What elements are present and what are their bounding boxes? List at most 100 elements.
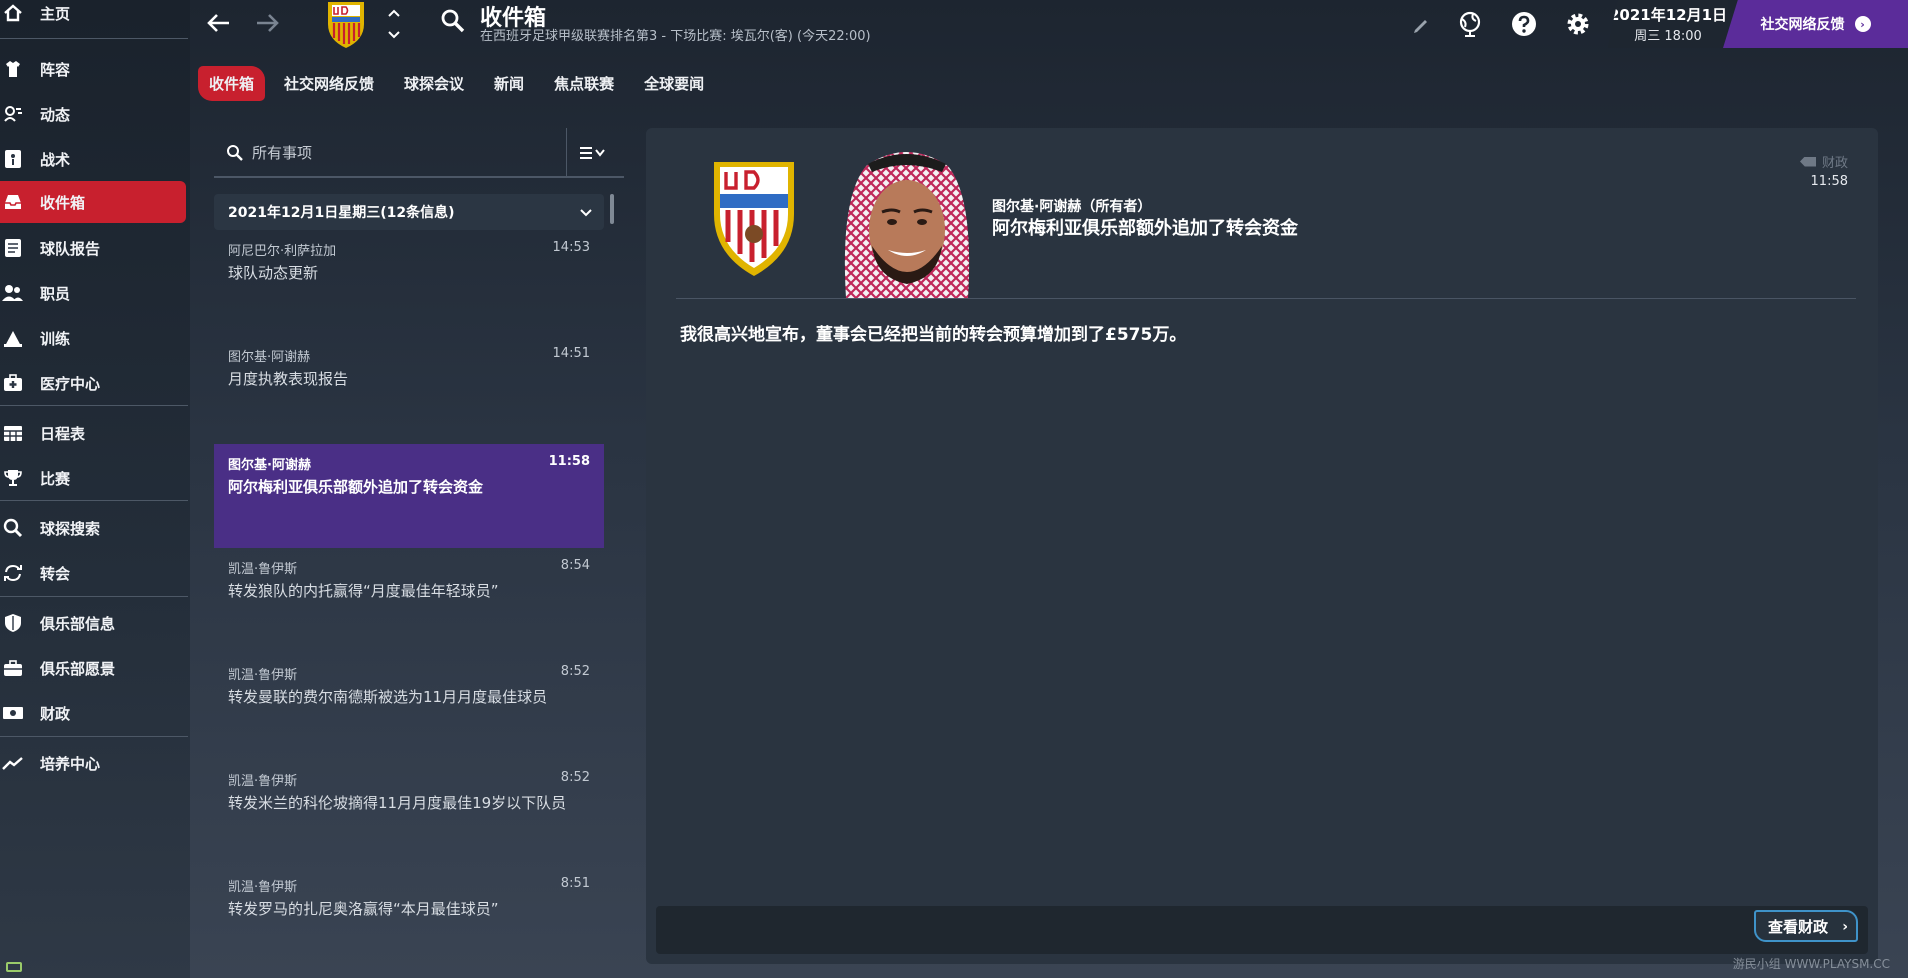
status-icon[interactable] bbox=[6, 962, 22, 972]
divider bbox=[676, 298, 1856, 299]
message-item-selected[interactable]: 图尔基·阿谢赫 11:58 阿尔梅利亚俱乐部额外追加了转会资金 bbox=[214, 444, 604, 548]
message-item[interactable]: 凯温·鲁伊斯 8:52 转发米兰的科伦坡摘得11月月度最佳19岁以下队员 bbox=[214, 760, 604, 864]
message-sender: 图尔基·阿谢赫 bbox=[228, 350, 311, 365]
search-input[interactable] bbox=[252, 140, 552, 166]
social-feedback-button[interactable]: 社交网络反馈 › bbox=[1723, 0, 1908, 48]
tab-inbox[interactable]: 收件箱 bbox=[198, 65, 266, 101]
sidebar-item-label: 阵容 bbox=[40, 60, 71, 79]
page-subtitle: 在西班牙足球甲级联赛排名第3 - 下场比赛: 埃瓦尔(客) (今天22:00) bbox=[480, 29, 871, 44]
sidebar-item-development[interactable]: 培养中心 bbox=[0, 742, 186, 784]
inbox-search bbox=[214, 128, 624, 178]
sidebar-item-label: 比赛 bbox=[40, 469, 71, 488]
back-button[interactable] bbox=[204, 8, 234, 38]
sidebar-item-inbox[interactable]: 收件箱 bbox=[0, 181, 186, 223]
club-switcher[interactable] bbox=[386, 6, 402, 42]
social-feedback-label: 社交网络反馈 bbox=[1760, 17, 1845, 33]
sidebar-item-finances[interactable]: 财政 bbox=[0, 692, 186, 734]
sidebar-divider bbox=[0, 38, 188, 39]
sidebar-item-label: 财政 bbox=[40, 704, 71, 723]
tab-focus-leagues[interactable]: 焦点联赛 bbox=[543, 66, 625, 101]
sidebar-item-label: 收件箱 bbox=[40, 193, 86, 212]
sidebar-item-staff[interactable]: 职员 bbox=[0, 272, 186, 314]
sidebar-item-competitions[interactable]: 比赛 bbox=[0, 457, 186, 499]
message-subject: 转发罗马的扎尼奥洛赢得“本月最佳球员” bbox=[228, 900, 499, 918]
current-date[interactable]: 2021年12月1日 周三 18:00 bbox=[1608, 0, 1728, 48]
message-item[interactable]: 凯温·鲁伊斯 8:51 转发罗马的扎尼奥洛赢得“本月最佳球员” bbox=[214, 866, 604, 970]
tab-world-news[interactable]: 全球要闻 bbox=[633, 66, 715, 101]
sidebar-divider bbox=[0, 596, 188, 597]
message-sender: 凯温·鲁伊斯 bbox=[228, 880, 298, 895]
sidebar-item-label: 俱乐部信息 bbox=[40, 614, 116, 633]
message-item[interactable]: 阿尼巴尔·利萨拉加 14:53 球队动态更新 bbox=[214, 230, 604, 334]
club-crest-icon bbox=[708, 158, 800, 280]
view-finances-button[interactable]: 查看财政 › bbox=[1753, 910, 1858, 942]
globe-icon bbox=[1459, 11, 1481, 37]
message-sender: 图尔基·阿谢赫 bbox=[228, 458, 311, 473]
message-time: 11:58 bbox=[548, 454, 590, 469]
search-button[interactable] bbox=[440, 8, 466, 34]
tab-social-feedback[interactable]: 社交网络反馈 bbox=[273, 66, 385, 101]
sidebar-item-label: 转会 bbox=[40, 564, 71, 583]
trophy-icon bbox=[0, 467, 26, 489]
settings-button[interactable] bbox=[1564, 10, 1592, 38]
sidebar-item-schedule[interactable]: 日程表 bbox=[0, 412, 186, 454]
sidebar-item-club-vision[interactable]: 俱乐部愿景 bbox=[0, 647, 186, 689]
chevron-up-down-icon bbox=[388, 9, 400, 39]
divider bbox=[566, 128, 567, 178]
tactics-icon bbox=[0, 148, 26, 170]
category-tag[interactable]: 财政 bbox=[1799, 152, 1848, 171]
sidebar-item-label: 主页 bbox=[40, 4, 71, 23]
sidebar-item-label: 培养中心 bbox=[40, 754, 101, 773]
scrollbar[interactable] bbox=[610, 194, 614, 224]
sidebar-item-label: 俱乐部愿景 bbox=[40, 659, 116, 678]
gear-icon bbox=[1567, 13, 1589, 35]
chevron-down-icon bbox=[580, 209, 592, 217]
message-item[interactable]: 凯温·鲁伊斯 8:52 转发曼联的费尔南德斯被选为11月月度最佳球员 bbox=[214, 654, 604, 758]
date-group-header[interactable]: 2021年12月1日星期三(12条信息) bbox=[214, 194, 604, 230]
sidebar-item-team-report[interactable]: 球队报告 bbox=[0, 227, 186, 269]
sidebar-item-club-info[interactable]: 俱乐部信息 bbox=[0, 602, 186, 644]
sidebar-item-transfers[interactable]: 转会 bbox=[0, 552, 186, 594]
sidebar-item-squad[interactable]: 阵容 bbox=[0, 48, 186, 90]
tab-bar: 收件箱 社交网络反馈 球探会议 新闻 焦点联赛 全球要闻 bbox=[198, 65, 723, 101]
sidebar-item-dynamics[interactable]: 动态 bbox=[0, 93, 186, 135]
help-button[interactable] bbox=[1510, 10, 1538, 38]
calendar-icon bbox=[0, 422, 26, 444]
sidebar-item-training[interactable]: 训练 bbox=[0, 317, 186, 359]
inbox-list-panel: 2021年12月1日星期三(12条信息) 阿尼巴尔·利萨拉加 14:53 球队动… bbox=[214, 128, 624, 978]
shield-icon bbox=[0, 612, 26, 634]
message-received-time: 11:58 bbox=[1810, 174, 1848, 189]
club-badge-icon[interactable] bbox=[325, 0, 367, 50]
message-item[interactable]: 图尔基·阿谢赫 14:51 月度执教表现报告 bbox=[214, 336, 604, 440]
tab-scout-meeting[interactable]: 球探会议 bbox=[393, 66, 475, 101]
tab-news[interactable]: 新闻 bbox=[483, 66, 535, 101]
search-icon bbox=[441, 9, 465, 33]
sidebar-item-tactics[interactable]: 战术 bbox=[0, 138, 186, 180]
message-sender: 凯温·鲁伊斯 bbox=[228, 562, 298, 577]
transfer-icon bbox=[0, 562, 26, 584]
sidebar-divider bbox=[0, 405, 188, 406]
message-time: 8:52 bbox=[560, 770, 590, 785]
sort-menu-button[interactable] bbox=[576, 142, 612, 164]
message-subject: 转发狼队的内托赢得“月度最佳年轻球员” bbox=[228, 582, 499, 600]
chevron-right-icon: › bbox=[1842, 919, 1848, 935]
forward-button[interactable] bbox=[252, 8, 282, 38]
search-icon bbox=[0, 517, 26, 539]
sender-portrait bbox=[826, 138, 988, 300]
date-text: 2021年12月1日 bbox=[1608, 6, 1728, 24]
sidebar-item-home[interactable]: 主页 bbox=[0, 0, 186, 34]
help-icon bbox=[1512, 12, 1536, 36]
finance-icon bbox=[0, 702, 26, 724]
sidebar-item-scouting[interactable]: 球探搜索 bbox=[0, 507, 186, 549]
message-item[interactable]: 凯温·鲁伊斯 8:54 转发狼队的内托赢得“月度最佳年轻球员” bbox=[214, 548, 604, 652]
tag-icon bbox=[1799, 156, 1816, 167]
sidebar-item-medical[interactable]: 医疗中心 bbox=[0, 362, 186, 404]
sidebar-item-label: 球队报告 bbox=[40, 239, 101, 258]
world-button[interactable] bbox=[1456, 10, 1484, 38]
arrow-left-icon bbox=[207, 14, 229, 32]
arrow-right-icon bbox=[257, 14, 279, 32]
edit-button[interactable] bbox=[1406, 10, 1434, 38]
report-icon bbox=[0, 237, 26, 259]
message-time: 14:51 bbox=[552, 346, 590, 361]
message-title: 阿尔梅利亚俱乐部额外追加了转会资金 bbox=[992, 218, 1298, 239]
